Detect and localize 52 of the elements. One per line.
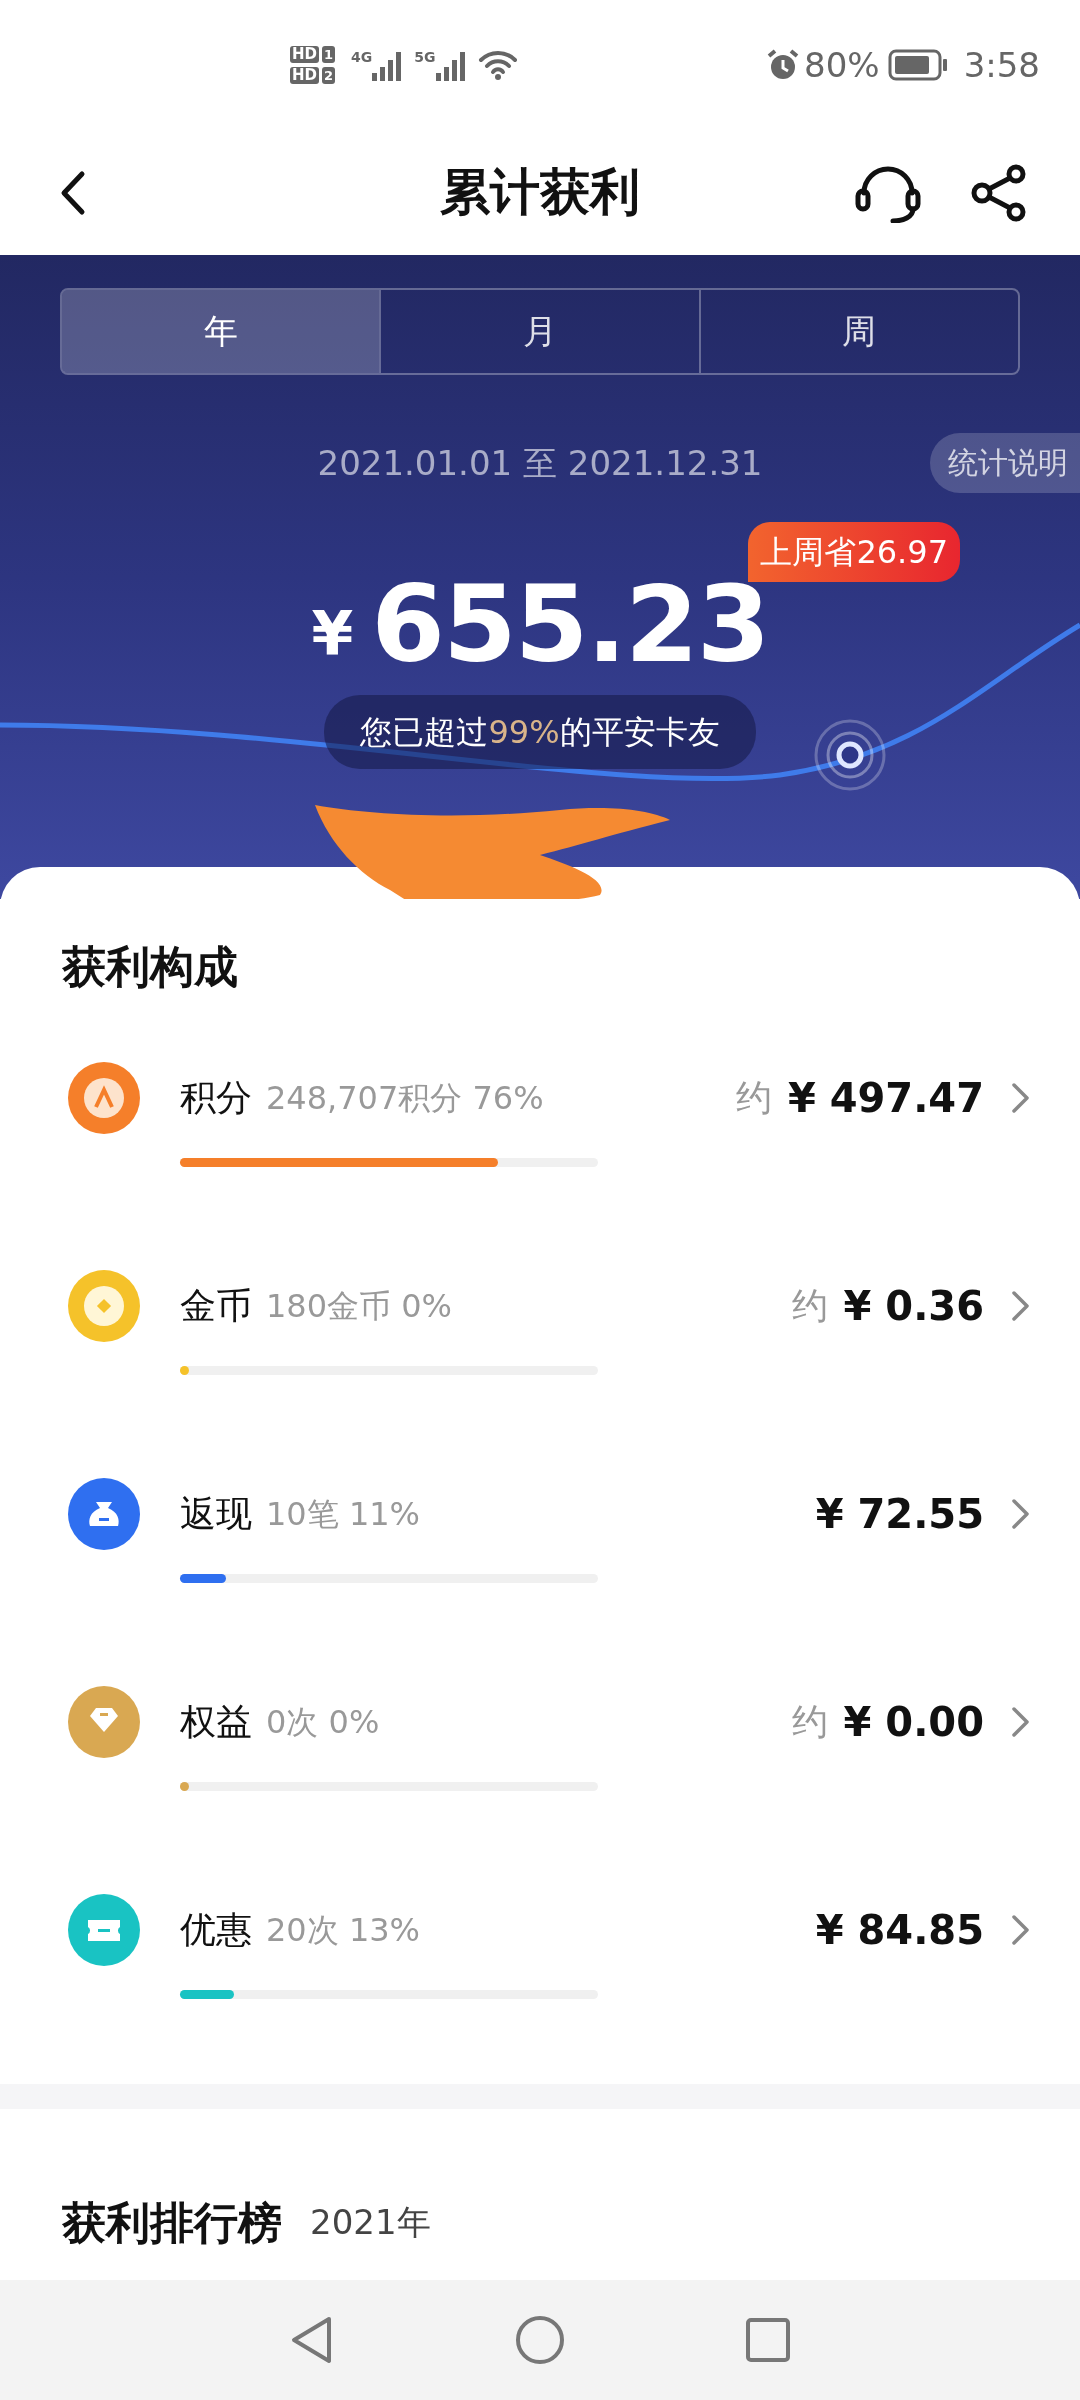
category-detail: 180金币 0% [266,1286,452,1327]
category-amount: ¥ 0.36 [843,1282,984,1331]
year-label: 2021年 [310,2201,431,2244]
clock-time: 3:58 [963,43,1040,87]
category-detail: 20次 13% [266,1910,420,1951]
sim-label: HD [290,46,319,63]
section-title: 获利构成 [61,942,239,992]
category-name: 积分 [180,1076,252,1120]
chevron-right-icon [1010,1081,1032,1115]
section-title: 获利排行榜 [62,2197,282,2248]
currency-symbol: ¥ [311,597,354,670]
sim-slot: 1 [322,46,336,63]
category-detail: 248,707积分 76% [266,1078,544,1119]
category-name: 返现 [180,1492,252,1536]
chevron-right-icon [1010,1497,1032,1531]
page-title: 累计获利 [440,162,640,223]
category-detail: 0次 0% [266,1702,380,1743]
chevron-right-icon [1010,1705,1032,1739]
nav-home-button[interactable] [515,2315,565,2365]
statistics-explanation-button[interactable]: 统计说明 [930,433,1080,493]
category-amount: ¥ 497.47 [787,1074,984,1123]
category-amount: ¥ 0.00 [843,1698,984,1747]
category-name: 金币 [180,1284,252,1328]
battery-percent: 80% [804,43,880,87]
approx-label: 约 [791,1284,828,1328]
home-circle-icon [515,2315,565,2365]
category-detail: 10笔 11% [266,1494,420,1535]
period-tab[interactable]: 月 [379,290,699,373]
chevron-right-icon [1010,1913,1032,1947]
back-icon [60,169,86,216]
nav-recents-button[interactable] [745,2317,791,2363]
sim-slot: 2 [322,67,336,84]
network-label: 5G [414,49,436,65]
category-name: 优惠 [180,1908,252,1952]
rank-note: 您已超过99%的平安卡友 [324,695,756,769]
wifi-icon [477,49,518,81]
category-name: 权益 [180,1700,252,1744]
period-tab[interactable]: 年 [62,290,380,373]
back-button[interactable] [60,169,86,216]
chevron-right-icon [1010,1289,1032,1323]
date-range: 2021.01.01 至 2021.12.31 [317,443,763,483]
category-amount: ¥ 84.85 [815,1906,984,1955]
sim-label: HD [290,67,319,84]
approx-label: 约 [791,1700,828,1744]
period-tab[interactable]: 周 [698,290,1018,373]
approx-label: 约 [735,1076,772,1120]
category-amount: ¥ 72.55 [815,1490,984,1539]
battery-icon [887,49,948,81]
square-icon [745,2317,791,2363]
alarm-icon [766,48,801,82]
network-label: 4G [351,49,373,65]
weekly-savings-badge: 上周省26.97 [748,522,960,582]
